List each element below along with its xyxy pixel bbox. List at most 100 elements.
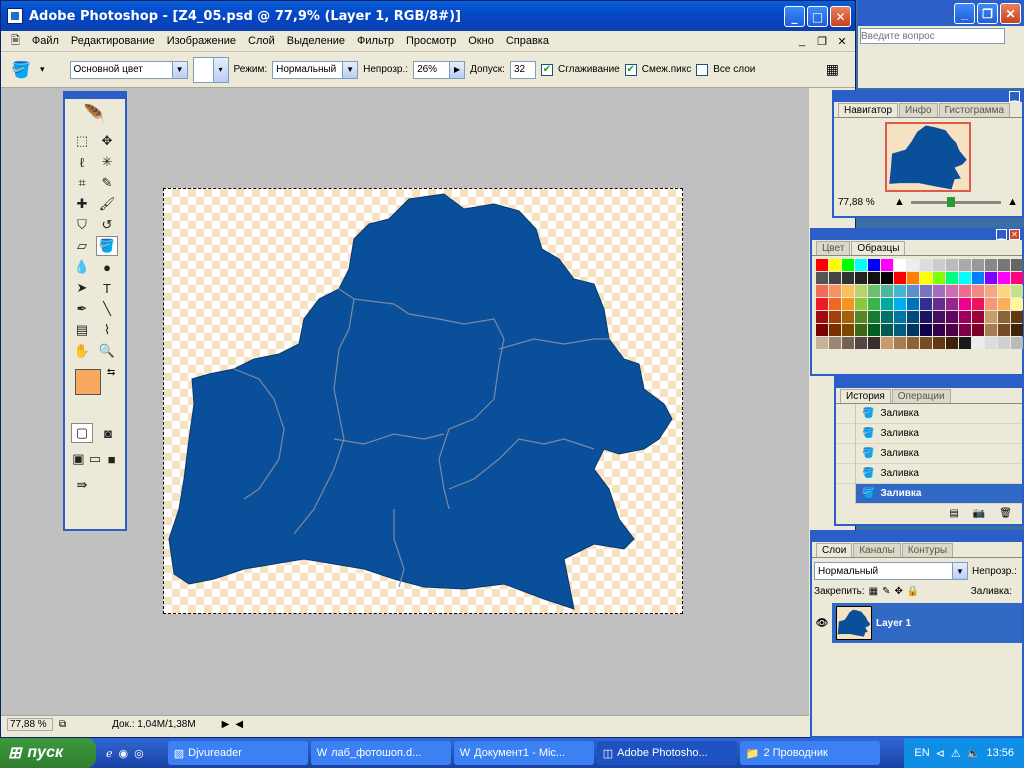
dodge-tool-icon[interactable]: ● [96, 257, 118, 277]
network-icon[interactable]: ⚠ [951, 747, 961, 760]
tolerance-field[interactable]: 32 [509, 60, 536, 79]
all-layers-checkbox[interactable] [696, 63, 709, 76]
zoom-out-icon[interactable]: ▲ [894, 196, 905, 208]
blur-tool-icon[interactable]: 💧 [71, 257, 93, 277]
menu-view[interactable]: Просмотр [400, 35, 462, 47]
panel-close-button[interactable]: ✕ [1009, 229, 1020, 240]
screen-mode-full-icon[interactable]: ■ [104, 449, 119, 469]
color-swatch[interactable] [946, 259, 958, 271]
color-swatch[interactable] [972, 324, 984, 336]
color-swatch[interactable] [894, 285, 906, 297]
color-swatch[interactable] [946, 337, 958, 349]
standard-mode-icon[interactable]: ▢ [71, 423, 93, 443]
path-selection-icon[interactable]: ➤ [71, 278, 93, 298]
volume-icon[interactable]: 🔈 [967, 747, 981, 760]
healing-brush-icon[interactable]: ✚ [71, 194, 93, 214]
color-swatch[interactable] [959, 285, 971, 297]
color-swatch[interactable] [946, 324, 958, 336]
color-swatch[interactable] [998, 285, 1010, 297]
color-swatch[interactable] [972, 337, 984, 349]
color-swatch[interactable] [816, 324, 828, 336]
hand-tool-icon[interactable]: ✋ [71, 341, 93, 361]
menu-filter[interactable]: Фильтр [351, 35, 400, 47]
color-swatch[interactable] [907, 259, 919, 271]
tab-paths[interactable]: Контуры [901, 543, 954, 557]
fill-source-select[interactable]: Основной цвет ▼ [69, 60, 188, 79]
color-swatch[interactable] [933, 272, 945, 284]
color-swatch[interactable] [855, 285, 867, 297]
color-swatch[interactable] [998, 259, 1010, 271]
quick-mask-icon[interactable]: ◙ [97, 423, 119, 443]
color-swatch[interactable] [855, 298, 867, 310]
new-document-icon[interactable]: ▤ [949, 508, 958, 519]
color-swatch[interactable] [920, 298, 932, 310]
color-swatch[interactable] [816, 272, 828, 284]
color-swatch[interactable] [920, 259, 932, 271]
color-swatch[interactable] [959, 272, 971, 284]
taskbar-item-doc1[interactable]: Wлаб_фотошоп.d... [310, 741, 451, 765]
doc-minimize-button[interactable]: _ [795, 35, 809, 49]
color-swatch[interactable] [881, 311, 893, 323]
blend-mode-select[interactable]: Нормальный ▼ [814, 562, 968, 580]
color-swatch[interactable] [881, 285, 893, 297]
color-swatch[interactable] [959, 337, 971, 349]
pattern-picker[interactable]: ▾ [192, 56, 229, 83]
color-swatch[interactable] [881, 337, 893, 349]
minimize-button[interactable]: _ [784, 6, 805, 27]
color-swatch[interactable] [907, 272, 919, 284]
color-swatch[interactable] [998, 298, 1010, 310]
maximize-button[interactable]: □ [807, 6, 828, 27]
panel-minimize-button[interactable]: _ [1009, 91, 1020, 102]
magic-wand-icon[interactable]: ✳ [96, 152, 118, 172]
color-swatch[interactable] [868, 272, 880, 284]
zoom-slider[interactable] [910, 196, 1002, 207]
tab-color[interactable]: Цвет [816, 241, 851, 255]
opacity-field[interactable]: 26% ▶ [413, 60, 466, 79]
color-swatch[interactable] [959, 324, 971, 336]
color-swatch[interactable] [1011, 285, 1023, 297]
pen-tool-icon[interactable]: ✒ [71, 299, 93, 319]
color-swatch[interactable] [855, 337, 867, 349]
color-swatch[interactable] [829, 298, 841, 310]
move-tool-icon[interactable]: ✥ [96, 131, 118, 151]
eye-icon[interactable]: 👁 [812, 603, 832, 643]
lock-paint-icon[interactable]: ✎ [882, 586, 890, 597]
palette-well-icon[interactable]: ▦ [826, 61, 839, 78]
color-swatch[interactable] [972, 298, 984, 310]
tab-actions[interactable]: Операции [891, 389, 951, 403]
swap-colors-icon[interactable]: ⇆ [107, 367, 115, 378]
taskbar-item-photoshop[interactable]: ◫ Adobe Photosho... [596, 741, 737, 765]
lock-move-icon[interactable]: ✥ [895, 586, 903, 597]
minimize-button[interactable]: _ [954, 3, 975, 24]
color-swatch[interactable] [894, 311, 906, 323]
tab-history[interactable]: История [840, 389, 891, 403]
history-item[interactable]: 🪣 Заливка [836, 423, 1022, 444]
menu-help[interactable]: Справка [500, 35, 555, 47]
color-swatch[interactable] [881, 272, 893, 284]
history-brush-icon[interactable]: ↺ [96, 215, 118, 235]
color-swatch[interactable] [985, 298, 997, 310]
color-swatch[interactable] [933, 298, 945, 310]
color-swatch[interactable] [920, 337, 932, 349]
color-swatch[interactable] [998, 324, 1010, 336]
color-swatch[interactable] [985, 324, 997, 336]
navigator-thumbnail[interactable] [885, 122, 971, 192]
color-swatch[interactable] [842, 272, 854, 284]
close-button[interactable]: ✕ [830, 6, 851, 27]
color-swatch[interactable] [842, 337, 854, 349]
color-swatch[interactable] [907, 298, 919, 310]
color-swatch[interactable] [894, 298, 906, 310]
color-swatch[interactable] [816, 337, 828, 349]
color-swatch[interactable] [920, 324, 932, 336]
color-swatch[interactable] [829, 272, 841, 284]
color-swatch[interactable] [881, 324, 893, 336]
color-swatch[interactable] [1011, 324, 1023, 336]
color-swatch[interactable] [972, 272, 984, 284]
color-swatch[interactable] [959, 298, 971, 310]
tab-swatches[interactable]: Образцы [851, 241, 906, 255]
mode-select[interactable]: Нормальный ▼ [272, 60, 359, 79]
color-swatch[interactable] [894, 324, 906, 336]
color-swatch[interactable] [920, 272, 932, 284]
status-zoom[interactable]: 77,88 % [7, 718, 53, 731]
color-swatch[interactable] [855, 311, 867, 323]
